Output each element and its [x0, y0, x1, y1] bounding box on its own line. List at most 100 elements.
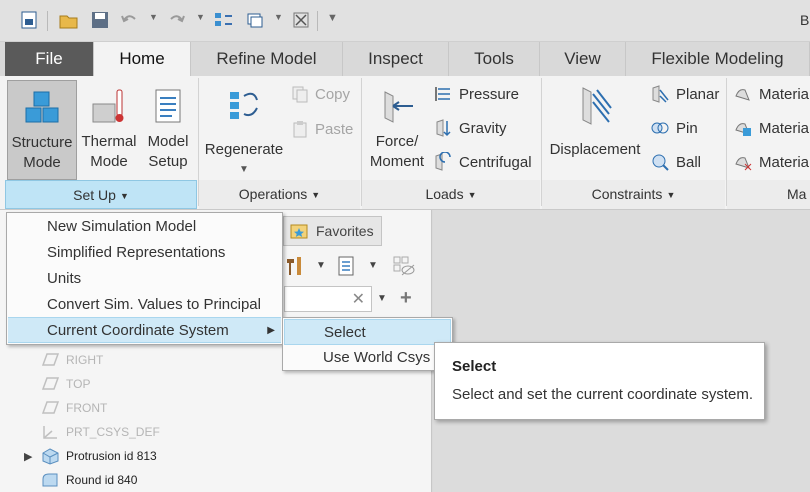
- expand-icon[interactable]: ▶: [24, 450, 32, 463]
- settings-icon[interactable]: [336, 255, 356, 280]
- chevron-down-icon: ▼: [311, 190, 321, 200]
- windows-icon[interactable]: [244, 9, 266, 31]
- separator: [47, 11, 48, 31]
- constraints-group-button[interactable]: Constraints ▼: [542, 180, 725, 209]
- constraints-group-label: Constraints: [591, 186, 663, 202]
- search-input[interactable]: ✕: [284, 286, 372, 312]
- undo-icon[interactable]: [118, 9, 140, 31]
- tab-view[interactable]: View: [540, 42, 626, 76]
- pin-button[interactable]: Pin: [650, 115, 698, 141]
- material-button-1[interactable]: Materia: [733, 81, 809, 107]
- displacement-label: Displacement: [549, 141, 641, 158]
- settings-dropdown-icon[interactable]: ▼: [368, 260, 378, 271]
- menu-item-label: Current Coordinate System: [47, 322, 229, 339]
- regenerate-dropdown-icon[interactable]: ▼: [202, 160, 286, 180]
- pressure-button[interactable]: Pressure: [433, 81, 519, 107]
- loads-group-button[interactable]: Loads ▼: [362, 180, 540, 209]
- tab-refine-model[interactable]: Refine Model: [191, 42, 343, 76]
- tab-home[interactable]: Home: [93, 42, 191, 76]
- regenerate-icon[interactable]: [213, 9, 235, 31]
- submenu-item-use-world-csys[interactable]: Use World Csys: [284, 345, 451, 371]
- redo-dropdown-icon[interactable]: ▼: [196, 12, 205, 22]
- clear-icon[interactable]: ✕: [352, 289, 365, 309]
- centrifugal-icon: [435, 152, 451, 171]
- new-icon[interactable]: [18, 9, 40, 31]
- centrifugal-button[interactable]: Centrifugal: [433, 149, 532, 175]
- undo-dropdown-icon[interactable]: ▼: [149, 12, 158, 22]
- tooltip-body: Select and set the current coordinate sy…: [452, 386, 753, 403]
- chevron-down-icon: ▼: [666, 190, 676, 200]
- datum-plane-icon: [41, 353, 60, 366]
- menu-item-current-coordinate-system[interactable]: Current Coordinate System ▶: [8, 317, 281, 343]
- customize-icon[interactable]: ▼: [327, 12, 338, 24]
- menu-item-units[interactable]: Units: [8, 266, 281, 292]
- operations-group-button[interactable]: Operations ▼: [199, 180, 360, 209]
- tree-item[interactable]: PRT_CSYS_DEF: [40, 421, 160, 443]
- setup-group-button[interactable]: Set Up ▼: [5, 180, 197, 209]
- separator: [317, 11, 318, 31]
- tree-item[interactable]: FRONT: [40, 397, 107, 419]
- tooltip: Select Select and set the current coordi…: [434, 342, 765, 420]
- submenu-item-select[interactable]: Select: [284, 319, 451, 345]
- structure-mode-button[interactable]: Structure Mode: [7, 80, 77, 180]
- gravity-button[interactable]: Gravity: [433, 115, 507, 141]
- regenerate-icon: [202, 80, 286, 132]
- chevron-down-icon: ▼: [119, 191, 129, 201]
- force-moment-button[interactable]: Force/ Moment: [366, 80, 428, 180]
- pin-label: Pin: [676, 119, 698, 137]
- add-icon[interactable]: +: [400, 287, 412, 310]
- close-icon[interactable]: [290, 9, 312, 31]
- paste-label: Paste: [315, 120, 354, 138]
- tree-item-label: PRT_CSYS_DEF: [66, 425, 160, 439]
- material-assign-icon: [735, 123, 751, 136]
- menu-item-new-simulation-model[interactable]: New Simulation Model: [8, 214, 281, 240]
- material-button-3[interactable]: Materia: [733, 149, 809, 175]
- tab-file[interactable]: File: [5, 42, 93, 76]
- paste-button[interactable]: Paste: [291, 116, 353, 142]
- save-icon[interactable]: [89, 9, 111, 31]
- tools-dropdown-icon[interactable]: ▼: [316, 260, 326, 271]
- model-setup-icon: [141, 80, 195, 132]
- paste-icon: [293, 121, 307, 138]
- material-icon: [735, 89, 750, 101]
- open-icon[interactable]: [58, 9, 80, 31]
- redo-icon[interactable]: [166, 9, 188, 31]
- regenerate-button[interactable]: Regenerate ▼: [202, 80, 286, 180]
- windows-dropdown-icon[interactable]: ▼: [274, 12, 283, 22]
- favorites-tab[interactable]: Favorites: [283, 216, 382, 246]
- force-moment-icon: [366, 80, 428, 132]
- tree-item[interactable]: RIGHT: [40, 349, 103, 371]
- displacement-button[interactable]: Displacement: [545, 80, 645, 180]
- planar-button[interactable]: Planar: [650, 81, 719, 107]
- thermal-mode-label-1: Thermal: [81, 133, 137, 150]
- copy-button[interactable]: Copy: [291, 81, 350, 107]
- materials-group-button[interactable]: Ma: [727, 180, 810, 209]
- tree-item-label: FRONT: [66, 401, 108, 415]
- show-hide-icon[interactable]: [392, 255, 416, 280]
- favorites-label: Favorites: [316, 223, 374, 239]
- setup-menu: New Simulation Model Simplified Represen…: [6, 212, 283, 345]
- planar-icon: [652, 85, 669, 103]
- model-setup-label-2: Setup: [148, 153, 188, 170]
- ball-button[interactable]: Ball: [650, 149, 701, 175]
- model-setup-button[interactable]: Model Setup: [141, 80, 195, 180]
- filter-dropdown-icon[interactable]: ▼: [377, 293, 387, 304]
- favorites-icon: [290, 224, 308, 239]
- pressure-icon: [435, 87, 450, 101]
- menu-item-convert-sim-values[interactable]: Convert Sim. Values to Principal: [8, 292, 281, 318]
- tree-item[interactable]: Round id 840: [40, 469, 137, 491]
- tree-item[interactable]: Protrusion id 813: [40, 445, 157, 467]
- tab-inspect[interactable]: Inspect: [343, 42, 449, 76]
- tools-icon[interactable]: [284, 255, 304, 280]
- ribbon-tabs: File Home Refine Model Inspect Tools Vie…: [0, 42, 810, 76]
- force-moment-label-2: Moment: [369, 153, 425, 170]
- thermal-mode-button[interactable]: Thermal Mode: [79, 80, 139, 180]
- tree-item[interactable]: TOP: [40, 373, 90, 395]
- tab-flexible-modeling[interactable]: Flexible Modeling: [626, 42, 810, 76]
- tab-tools[interactable]: Tools: [449, 42, 540, 76]
- tree-item-label: RIGHT: [66, 353, 104, 367]
- material-orientation-icon: [735, 157, 752, 171]
- material-button-2[interactable]: Materia: [733, 115, 809, 141]
- material-label-3: Materia: [759, 153, 810, 171]
- menu-item-simplified-representations[interactable]: Simplified Representations: [8, 240, 281, 266]
